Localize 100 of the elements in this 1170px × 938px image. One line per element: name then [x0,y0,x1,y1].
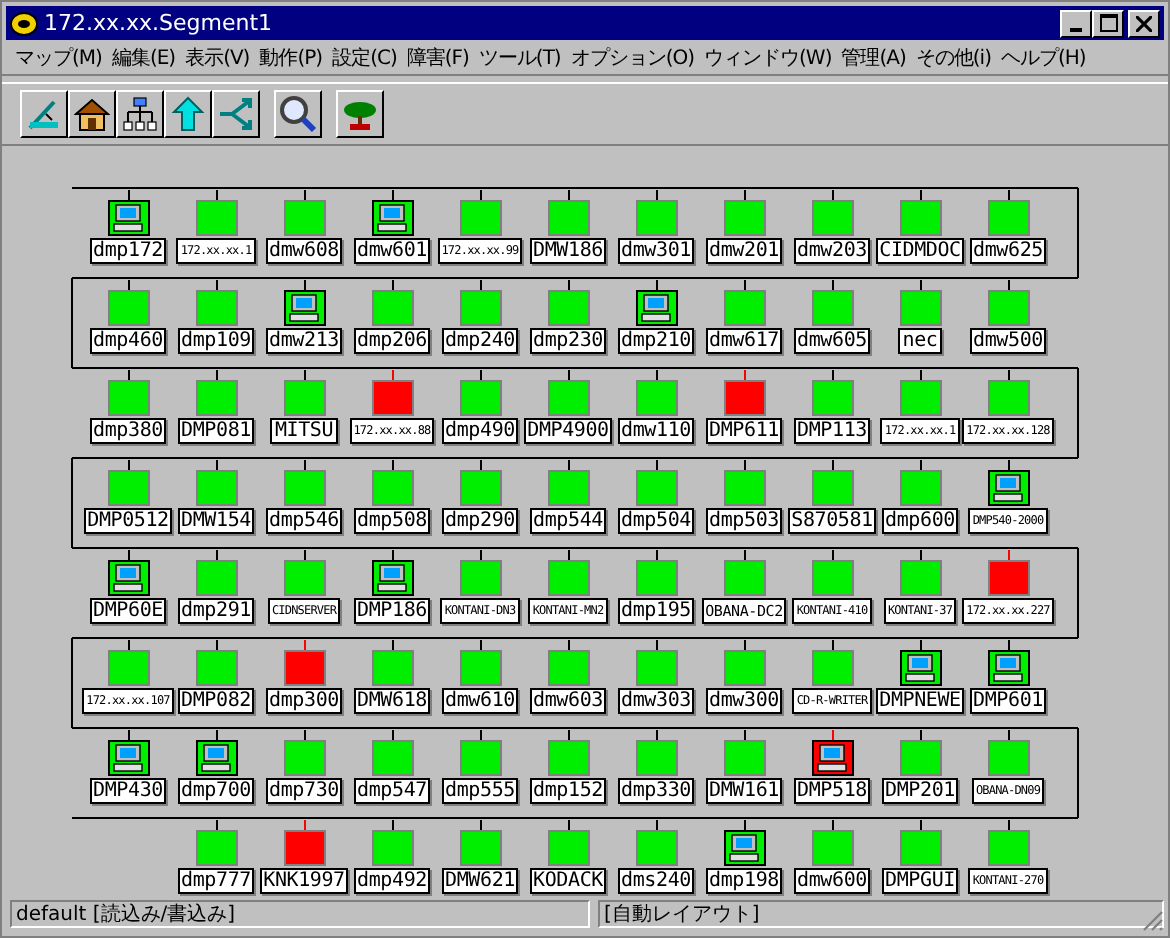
host-node[interactable] [723,650,765,686]
menu-item[interactable]: オプション(O) [565,43,700,71]
host-node[interactable] [547,650,589,686]
host-node[interactable] [635,200,677,236]
menu-item[interactable]: 編集(E) [106,43,181,71]
host-node[interactable] [195,650,237,686]
host-node[interactable] [987,650,1029,686]
menu-item[interactable]: 動作(P) [254,43,328,71]
host-node[interactable] [107,650,149,686]
host-node[interactable] [547,830,589,866]
host-node[interactable] [723,380,765,416]
host-node[interactable] [107,290,149,326]
host-node[interactable] [723,290,765,326]
host-node[interactable] [547,740,589,776]
host-node[interactable] [283,560,325,596]
maximize-button[interactable] [1092,9,1124,37]
host-node[interactable] [371,290,413,326]
menu-item[interactable]: ツール(T) [473,43,566,71]
host-node[interactable] [283,830,325,866]
host-node[interactable] [195,470,237,506]
host-node[interactable] [987,830,1029,866]
host-node[interactable] [635,290,677,326]
host-node[interactable] [459,830,501,866]
host-node[interactable] [987,740,1029,776]
menu-item[interactable]: ウィンドウ(W) [699,43,837,71]
host-node[interactable] [811,740,853,776]
host-node[interactable] [371,740,413,776]
close-button[interactable] [1128,9,1160,37]
host-node[interactable] [459,290,501,326]
host-node[interactable] [987,290,1029,326]
host-node[interactable] [635,380,677,416]
toolbar-button[interactable] [336,90,384,138]
host-node[interactable] [899,380,941,416]
host-node[interactable] [811,290,853,326]
host-node[interactable] [283,200,325,236]
host-node[interactable] [371,380,413,416]
toolbar-button[interactable] [164,90,212,138]
menu-item[interactable]: 障害(F) [401,43,474,71]
host-node[interactable] [107,740,149,776]
host-node[interactable] [459,200,501,236]
host-node[interactable] [283,740,325,776]
menu-item[interactable]: その他(i) [910,43,996,71]
host-node[interactable] [371,560,413,596]
host-node[interactable] [899,560,941,596]
host-node[interactable] [635,650,677,686]
toolbar-button[interactable] [274,90,322,138]
host-node[interactable] [987,200,1029,236]
host-node[interactable] [107,200,149,236]
host-node[interactable] [195,380,237,416]
host-node[interactable] [635,740,677,776]
host-node[interactable] [899,830,941,866]
host-node[interactable] [371,650,413,686]
host-node[interactable] [723,830,765,866]
host-node[interactable] [459,380,501,416]
menu-item[interactable]: ヘルプ(H) [995,43,1091,71]
host-node[interactable] [811,470,853,506]
host-node[interactable] [195,830,237,866]
host-node[interactable] [283,290,325,326]
host-node[interactable] [635,830,677,866]
host-node[interactable] [195,740,237,776]
host-node[interactable] [283,380,325,416]
host-node[interactable] [459,740,501,776]
host-node[interactable] [899,650,941,686]
menu-item[interactable]: 管理(A) [836,43,911,71]
host-node[interactable] [283,650,325,686]
host-node[interactable] [459,560,501,596]
host-node[interactable] [459,650,501,686]
host-node[interactable] [811,560,853,596]
menu-item[interactable]: 表示(V) [180,43,255,71]
host-node[interactable] [987,380,1029,416]
host-node[interactable] [107,380,149,416]
toolbar-button[interactable] [212,90,260,138]
host-node[interactable] [987,560,1029,596]
host-node[interactable] [459,470,501,506]
host-node[interactable] [899,290,941,326]
host-node[interactable] [547,470,589,506]
host-node[interactable] [723,740,765,776]
toolbar-button[interactable] [116,90,164,138]
toolbar-button[interactable] [68,90,116,138]
menu-item[interactable]: マップ(M) [10,43,107,71]
minimize-button[interactable] [1060,9,1092,37]
host-node[interactable] [195,200,237,236]
host-node[interactable] [811,200,853,236]
toolbar-button[interactable] [20,90,68,138]
host-node[interactable] [635,470,677,506]
host-node[interactable] [811,380,853,416]
host-node[interactable] [723,560,765,596]
host-node[interactable] [371,200,413,236]
host-node[interactable] [899,470,941,506]
host-node[interactable] [547,560,589,596]
host-node[interactable] [371,470,413,506]
host-node[interactable] [899,200,941,236]
host-node[interactable] [371,830,413,866]
host-node[interactable] [195,290,237,326]
host-node[interactable] [283,470,325,506]
host-node[interactable] [107,560,149,596]
host-node[interactable] [899,740,941,776]
host-node[interactable] [547,290,589,326]
menu-item[interactable]: 設定(C) [327,43,402,71]
host-node[interactable] [107,470,149,506]
